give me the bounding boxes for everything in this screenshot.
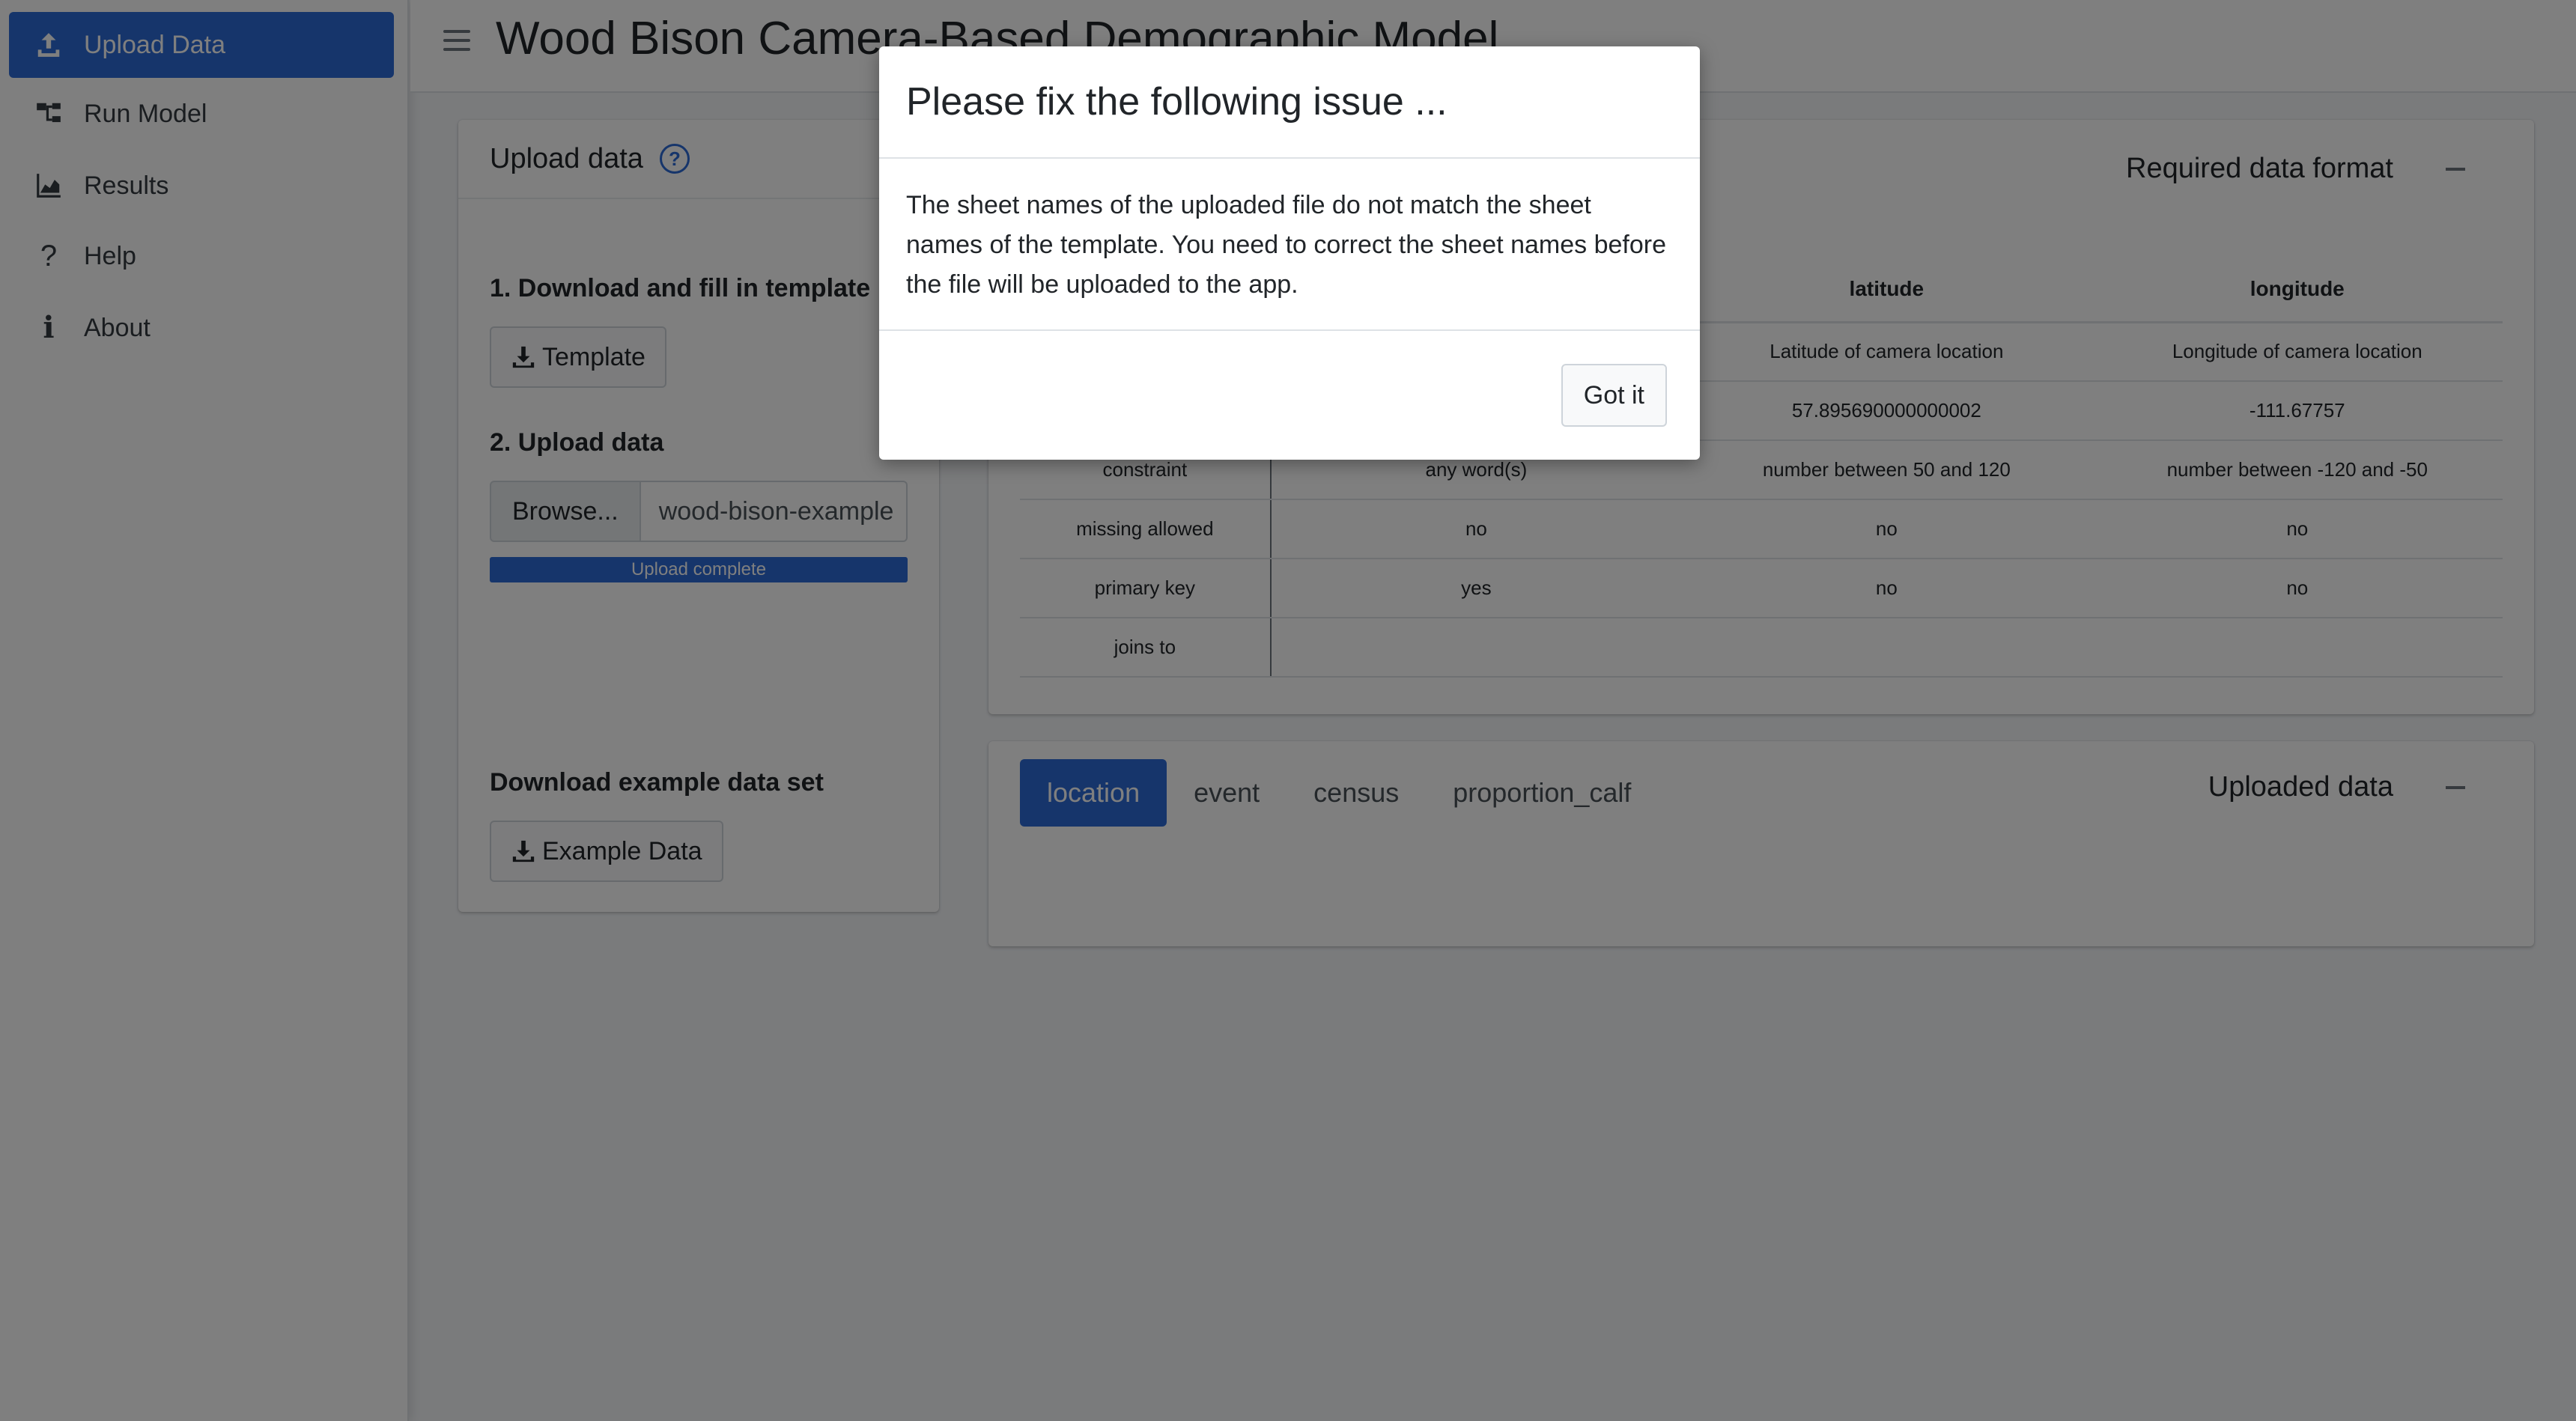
- modal-body: The sheet names of the uploaded file do …: [879, 159, 1700, 331]
- modal-title: Please fix the following issue ...: [906, 80, 1448, 124]
- modal-header: Please fix the following issue ...: [879, 46, 1700, 159]
- error-modal: Please fix the following issue ... The s…: [879, 46, 1700, 460]
- modal-footer: Got it: [879, 331, 1700, 458]
- got-it-button[interactable]: Got it: [1561, 364, 1667, 427]
